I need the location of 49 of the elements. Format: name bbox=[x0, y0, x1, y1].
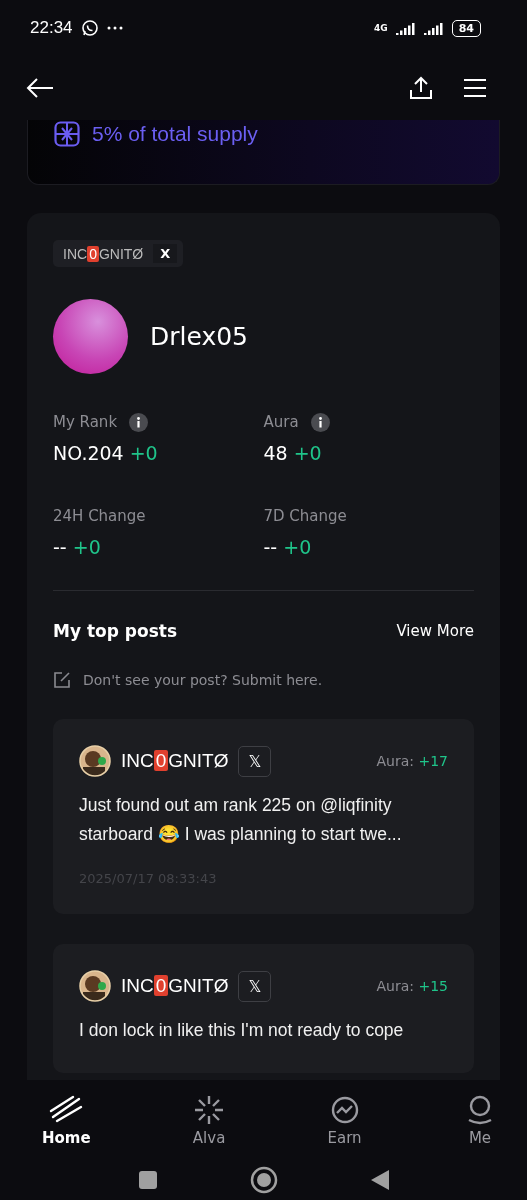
nav-tab[interactable]: Alva bbox=[192, 1093, 227, 1147]
platform-badge: 𝕏 bbox=[238, 970, 272, 1002]
battery-icon: 84 bbox=[451, 19, 481, 37]
nav-tab[interactable]: Earn bbox=[327, 1093, 362, 1147]
post-text: I don lock in like this I'm not ready to cope bbox=[79, 1019, 405, 1042]
stat-label: 7D Change bbox=[263, 507, 347, 525]
info-icon[interactable] bbox=[310, 412, 330, 432]
stat-change: +0 bbox=[72, 536, 101, 558]
stat-change: +0 bbox=[283, 536, 312, 558]
menu-icon[interactable] bbox=[463, 78, 487, 98]
gift-icon bbox=[54, 121, 80, 147]
network-type: 4G bbox=[374, 23, 388, 33]
user-name: INC0GNITØ bbox=[121, 975, 229, 997]
stat-label: My Rank bbox=[53, 413, 118, 431]
stat-label: 24H Change bbox=[53, 507, 146, 525]
share-icon[interactable] bbox=[409, 76, 433, 100]
signal-icon bbox=[395, 21, 416, 35]
back-button[interactable] bbox=[369, 1169, 390, 1191]
stat-value: 48 bbox=[263, 442, 288, 464]
home-button[interactable] bbox=[249, 1166, 278, 1194]
section-title: My top posts bbox=[53, 621, 178, 641]
platform-badge: X bbox=[153, 244, 178, 263]
back-arrow-icon[interactable] bbox=[26, 78, 54, 98]
username: Drlex05 bbox=[150, 322, 249, 351]
more-dots-icon bbox=[106, 26, 123, 30]
info-icon[interactable] bbox=[129, 412, 149, 432]
edit-icon bbox=[53, 671, 71, 689]
stat-value: -- bbox=[263, 536, 278, 558]
clock-time: 22:34 bbox=[30, 18, 73, 38]
user-name: INC0GNITØ bbox=[63, 245, 144, 262]
user-name: INC0GNITØ bbox=[121, 750, 229, 772]
stat-value: -- bbox=[53, 536, 67, 558]
nav-tab[interactable]: Home bbox=[42, 1093, 91, 1147]
aura-score: Aura: +17 bbox=[376, 753, 448, 769]
signal-icon bbox=[423, 21, 444, 35]
stat-value: NO.204 bbox=[53, 442, 124, 464]
recents-button[interactable] bbox=[137, 1170, 158, 1190]
nav-tab[interactable]: Me bbox=[463, 1093, 497, 1147]
stat-change: +0 bbox=[293, 442, 322, 464]
view-more-link[interactable]: View More bbox=[396, 622, 474, 640]
banner-text: 5% of total supply bbox=[92, 122, 258, 146]
platform-badge: 𝕏 bbox=[238, 745, 272, 777]
chat-bubble-icon bbox=[80, 19, 99, 37]
submit-link[interactable]: Don't see your post? Submit here. bbox=[83, 672, 323, 688]
post-card[interactable]: INC0GNITØ 𝕏 Aura: +15 I don lock in like this I'm not ready to cope bbox=[53, 944, 474, 1073]
aura-score: Aura: +15 bbox=[376, 978, 448, 994]
stat-change: +0 bbox=[129, 442, 158, 464]
stat-label: Aura bbox=[263, 413, 299, 431]
post-text: Just found out am rank 225 on @liqfinity starboard 😂 I was planning to start twe... bbox=[79, 794, 403, 846]
